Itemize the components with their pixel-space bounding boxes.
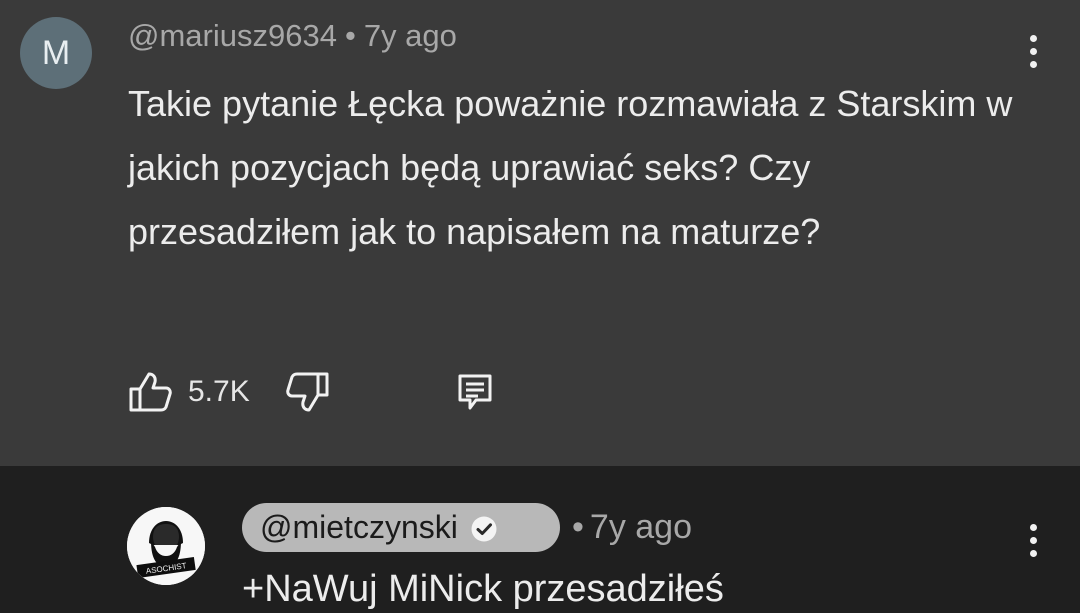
reply-author: @mietczynski xyxy=(260,509,458,545)
like-button[interactable] xyxy=(128,370,174,414)
comment-author[interactable]: @mariusz9634 xyxy=(128,18,337,53)
verified-check-icon xyxy=(470,514,498,542)
reply-avatar-image: ASOCHIST xyxy=(127,507,205,585)
more-vert-icon[interactable] xyxy=(1030,35,1038,73)
reply-time[interactable]: 7y ago xyxy=(590,508,692,546)
dislike-button[interactable] xyxy=(284,370,330,414)
comment-meta: @mariusz9634 • 7y ago xyxy=(128,18,457,54)
avatar[interactable]: M xyxy=(20,17,92,89)
reply-separator: • xyxy=(572,508,584,546)
reply-avatar[interactable]: ASOCHIST xyxy=(127,507,205,585)
reply-text: +NaWuj MiNick przesadziłeś xyxy=(242,568,724,610)
reply-icon[interactable] xyxy=(456,372,494,412)
thumbs-up-icon[interactable] xyxy=(128,370,174,414)
reply-meta: • 7y ago xyxy=(572,508,692,547)
reply-button[interactable] xyxy=(456,372,494,412)
comment-actions: 5.7K xyxy=(128,370,494,414)
reply-author-chip[interactable]: @mietczynski xyxy=(242,503,560,552)
comment-time[interactable]: 7y ago xyxy=(364,18,457,53)
comment-card: M @mariusz9634 • 7y ago Takie pytanie Łęck… xyxy=(0,0,1080,466)
comment-text: Takie pytanie Łęcka poważnie rozmawiała … xyxy=(128,83,1013,252)
meta-separator: • xyxy=(344,18,356,53)
like-count: 5.7K xyxy=(188,375,250,408)
thumbs-down-icon[interactable] xyxy=(284,370,330,414)
more-vert-icon[interactable] xyxy=(1030,524,1038,562)
